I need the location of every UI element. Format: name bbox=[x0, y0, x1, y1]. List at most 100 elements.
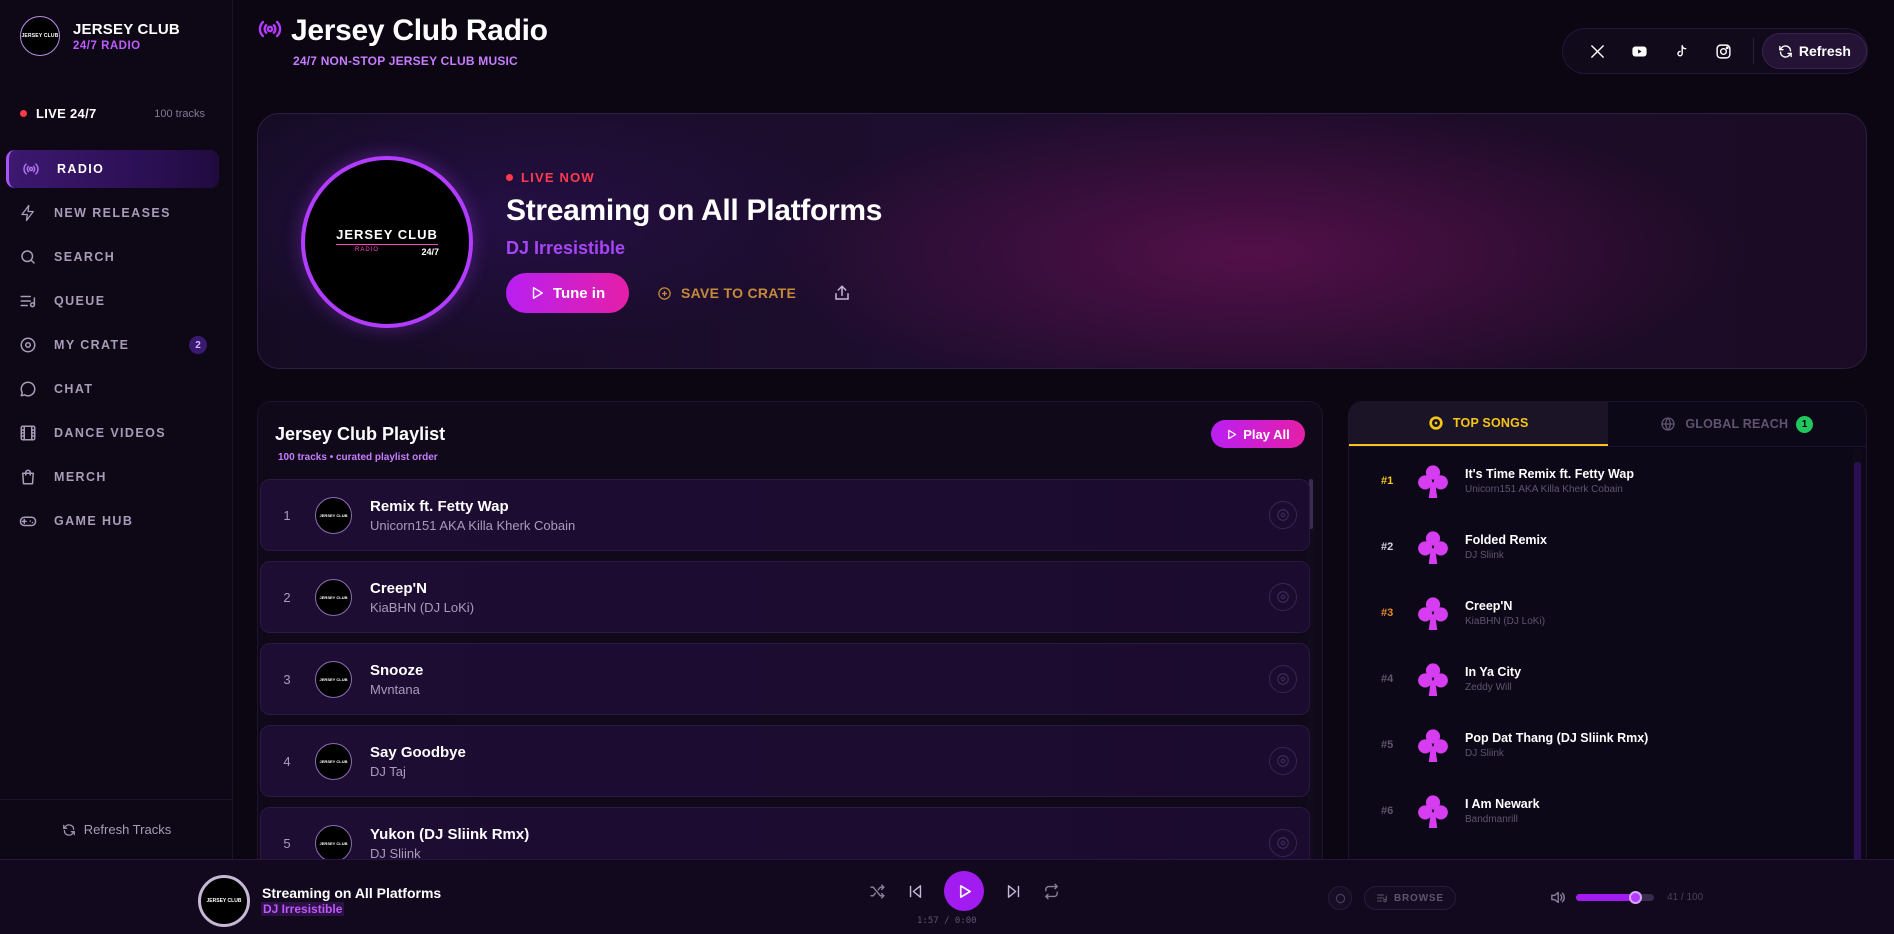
track-row[interactable]: 2 JERSEY CLUB Creep'N KiaBHN (DJ LoKi) bbox=[260, 561, 1310, 633]
lightning-icon bbox=[18, 203, 38, 223]
playback-time: 1:57 / 0:00 bbox=[917, 916, 977, 926]
track-artwork: JERSEY CLUB bbox=[315, 824, 352, 859]
tune-in-button[interactable]: Tune in bbox=[506, 273, 629, 313]
sidebar-item-merch[interactable]: MERCH bbox=[6, 458, 219, 496]
sidebar-item-new-releases[interactable]: NEW RELEASES bbox=[6, 194, 219, 232]
add-to-crate-button[interactable] bbox=[1269, 829, 1297, 857]
club-icon bbox=[1415, 593, 1451, 633]
now-playing-artist[interactable]: DJ Irresistible bbox=[261, 902, 345, 916]
track-title: Yukon (DJ Sliink Rmx) bbox=[370, 825, 530, 843]
top-song-row[interactable]: #5 Pop Dat Thang (DJ Sliink Rmx) DJ Slii… bbox=[1349, 712, 1854, 778]
sidebar-item-queue[interactable]: QUEUE bbox=[6, 282, 219, 320]
track-row[interactable]: 1 JERSEY CLUB Remix ft. Fetty Wap Unicor… bbox=[260, 479, 1310, 551]
top-song-row[interactable]: #6 I Am Newark Bandmanrill bbox=[1349, 778, 1854, 844]
play-all-button[interactable]: Play All bbox=[1211, 420, 1305, 448]
shuffle-button[interactable] bbox=[864, 878, 890, 904]
queue-icon bbox=[18, 291, 38, 311]
track-row[interactable]: 5 JERSEY CLUB Yukon (DJ Sliink Rmx) DJ S… bbox=[260, 807, 1310, 859]
sidebar-nav: RADIO NEW RELEASES SEARCH QUEUE MY CRATE bbox=[6, 150, 219, 546]
volume-thumb[interactable] bbox=[1628, 891, 1642, 904]
top-song-row[interactable]: #3 Creep'N KiaBHN (DJ LoKi) bbox=[1349, 580, 1854, 646]
tab-global-reach[interactable]: GLOBAL REACH 1 bbox=[1608, 402, 1867, 446]
tiktok-icon bbox=[1677, 44, 1687, 56]
top-song-row[interactable]: #2 Folded Remix DJ Sliink bbox=[1349, 514, 1854, 580]
sidebar-item-radio[interactable]: RADIO bbox=[6, 150, 219, 188]
skip-back-icon bbox=[909, 884, 921, 898]
song-artist: Unicorn151 AKA Killa Kherk Cobain bbox=[1465, 484, 1623, 495]
play-icon bbox=[532, 287, 543, 299]
youtube-link[interactable] bbox=[1619, 33, 1661, 69]
social-links: Refresh bbox=[1562, 28, 1868, 74]
search-icon bbox=[18, 247, 38, 267]
sidebar-item-search[interactable]: SEARCH bbox=[6, 238, 219, 276]
now-playing-title: Streaming on All Platforms bbox=[262, 885, 442, 901]
now-playing-artwork: JERSEY CLUB bbox=[198, 875, 250, 927]
volume-slider[interactable] bbox=[1576, 891, 1654, 904]
instagram-link[interactable] bbox=[1703, 33, 1745, 69]
top-song-row[interactable]: #1 It's Time Remix ft. Fetty Wap Unicorn… bbox=[1349, 448, 1854, 514]
disc-icon bbox=[1335, 893, 1345, 903]
save-to-crate-button[interactable]: SAVE TO CRATE bbox=[657, 285, 796, 301]
playlist-subtitle: 100 tracks • curated playlist order bbox=[278, 452, 438, 463]
track-list: 1 JERSEY CLUB Remix ft. Fetty Wap Unicor… bbox=[260, 479, 1310, 859]
chat-icon bbox=[18, 379, 38, 399]
shuffle-icon bbox=[869, 883, 885, 899]
sidebar-item-dance-videos[interactable]: DANCE VIDEOS bbox=[6, 414, 219, 452]
play-icon bbox=[1228, 429, 1237, 439]
previous-button[interactable] bbox=[902, 878, 928, 904]
live-label: LIVE 24/7 bbox=[36, 106, 97, 121]
brand[interactable]: JERSEY CLUB JERSEY CLUB 24/7 RADIO bbox=[20, 16, 180, 56]
track-count: 100 tracks bbox=[154, 107, 205, 120]
track-title: Creep'N bbox=[370, 579, 427, 597]
next-button[interactable] bbox=[1000, 878, 1026, 904]
refresh-icon bbox=[62, 823, 75, 836]
page-title: Jersey Club Radio bbox=[291, 14, 548, 47]
song-rank: #5 bbox=[1381, 739, 1394, 751]
top-songs-panel: TOP SONGS GLOBAL REACH 1 #1 It's Time Re… bbox=[1348, 401, 1867, 859]
volume-icon[interactable] bbox=[1549, 889, 1566, 906]
song-rank: #4 bbox=[1381, 673, 1394, 685]
track-position: 41 / 100 bbox=[1667, 892, 1704, 903]
refresh-button[interactable]: Refresh bbox=[1761, 33, 1867, 69]
track-title: Remix ft. Fetty Wap bbox=[370, 497, 509, 515]
sidebar-item-chat[interactable]: CHAT bbox=[6, 370, 219, 408]
browse-button[interactable]: BROWSE bbox=[1364, 886, 1456, 910]
play-icon bbox=[959, 884, 971, 898]
disc-icon bbox=[18, 335, 38, 355]
live-now-badge: LIVE NOW bbox=[506, 170, 882, 185]
track-artwork: JERSEY CLUB bbox=[315, 660, 352, 698]
crate-count-badge: 2 bbox=[189, 336, 207, 354]
share-button[interactable] bbox=[832, 283, 852, 303]
top-song-row[interactable]: #4 In Ya City Zeddy Will bbox=[1349, 646, 1854, 712]
panel-tabs: TOP SONGS GLOBAL REACH 1 bbox=[1349, 402, 1866, 447]
player-bar: JERSEY CLUB Streaming on All Platforms D… bbox=[0, 859, 1894, 934]
top-songs-scrollbar[interactable] bbox=[1854, 462, 1861, 859]
repeat-button[interactable] bbox=[1038, 878, 1064, 904]
instagram-icon bbox=[1716, 43, 1731, 59]
add-to-crate-button[interactable] bbox=[1269, 665, 1297, 693]
refresh-tracks-button[interactable]: Refresh Tracks bbox=[0, 799, 233, 859]
track-row[interactable]: 3 JERSEY CLUB Snooze Mvntana bbox=[260, 643, 1310, 715]
track-row[interactable]: 4 JERSEY CLUB Say Goodbye DJ Taj bbox=[260, 725, 1310, 797]
club-icon bbox=[1415, 791, 1451, 831]
sidebar-item-my-crate[interactable]: MY CRATE 2 bbox=[6, 326, 219, 364]
crate-icon bbox=[658, 286, 671, 300]
disc-icon bbox=[1277, 755, 1289, 767]
play-button[interactable] bbox=[944, 871, 984, 911]
hero-artist[interactable]: DJ Irresistible bbox=[506, 238, 882, 259]
song-artist: DJ Sliink bbox=[1465, 748, 1504, 759]
add-to-crate-button[interactable] bbox=[1269, 747, 1297, 775]
add-to-crate-button[interactable] bbox=[1269, 501, 1297, 529]
refresh-icon bbox=[1779, 44, 1792, 58]
x-link[interactable] bbox=[1577, 33, 1619, 69]
song-rank: #2 bbox=[1381, 541, 1394, 553]
divider bbox=[1752, 38, 1754, 64]
tab-top-songs[interactable]: TOP SONGS bbox=[1349, 402, 1608, 446]
track-title: Snooze bbox=[370, 661, 424, 679]
tiktok-link[interactable] bbox=[1661, 33, 1703, 69]
add-to-crate-button[interactable] bbox=[1269, 583, 1297, 611]
station-artwork: JERSEY CLUB RADIO 24/7 bbox=[301, 156, 473, 328]
track-artist: Mvntana bbox=[370, 681, 420, 697]
sidebar-item-game-hub[interactable]: GAME HUB bbox=[6, 502, 219, 540]
crate-toggle-button[interactable] bbox=[1328, 886, 1352, 910]
